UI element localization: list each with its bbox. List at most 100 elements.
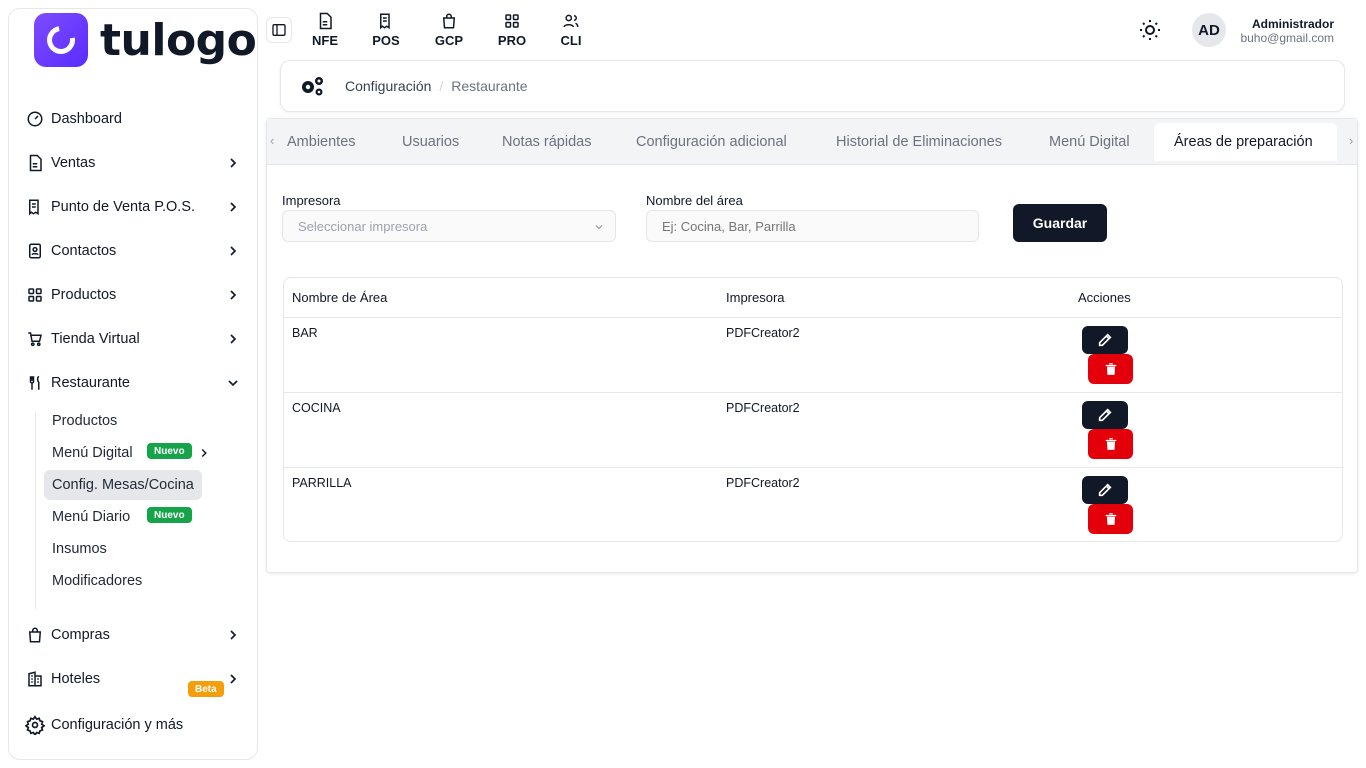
submenu-item-insumos[interactable]: Insumos	[44, 534, 115, 564]
chevron-right-icon	[230, 630, 237, 640]
fork-knife-icon	[25, 373, 45, 393]
chevron-right-icon	[230, 334, 237, 344]
brand-logo[interactable]: tulogo	[34, 13, 257, 67]
quick-pro-button[interactable]: PRO	[492, 12, 532, 48]
tab-scroll-right-icon[interactable]: ›	[1349, 133, 1353, 148]
quick-nfe-button[interactable]: NFE	[305, 12, 345, 48]
tab-notas-rapidas[interactable]: Notas rápidas	[482, 123, 611, 161]
submenu-item-modificadores[interactable]: Modificadores	[44, 566, 150, 596]
delete-button[interactable]	[1088, 504, 1133, 534]
pos-receipt-icon	[380, 13, 390, 30]
submenu-item-productos[interactable]: Productos	[44, 406, 125, 436]
sidebar-item-tienda-virtual[interactable]: Tienda Virtual	[25, 323, 249, 355]
avatar[interactable]: AD	[1192, 13, 1226, 47]
delete-button[interactable]	[1088, 429, 1133, 459]
save-button[interactable]: Guardar	[1013, 204, 1107, 242]
area-name-input[interactable]	[646, 210, 979, 242]
printer-label: Impresora	[282, 193, 341, 208]
column-header-actions: Acciones	[1078, 290, 1131, 305]
cart-icon	[25, 329, 45, 349]
edit-icon	[1098, 408, 1112, 422]
delete-button[interactable]	[1088, 354, 1133, 384]
contacts-icon	[25, 241, 45, 261]
tab-configuracion-adicional[interactable]: Configuración adicional	[616, 123, 807, 161]
theme-toggle-button[interactable]	[1138, 18, 1162, 42]
sidebar-item-configuracion[interactable]: Configuración y más	[25, 709, 249, 741]
printer-cell: PDFCreator2	[726, 476, 800, 490]
printer-cell: PDFCreator2	[726, 326, 800, 340]
sidebar-item-ventas[interactable]: Ventas	[25, 147, 249, 179]
breadcrumb-restaurante: Restaurante	[451, 78, 528, 94]
printer-select[interactable]: Seleccionar impresora	[282, 210, 616, 242]
area-name-cell: COCINA	[292, 401, 341, 415]
user-email: buho@gmail.com	[1240, 31, 1334, 45]
sidebar-item-label: Punto de Venta P.O.S.	[51, 199, 196, 215]
gears-icon	[302, 77, 323, 96]
trash-icon	[1105, 438, 1116, 450]
sidebar-item-label: Contactos	[51, 243, 117, 259]
breadcrumb: Configuración / Restaurante	[280, 60, 1345, 112]
quick-pos-button[interactable]: POS	[366, 12, 406, 48]
edit-button[interactable]	[1082, 401, 1128, 429]
submenu-item-menu-digital[interactable]: Menú Digital	[44, 438, 141, 468]
area-name-cell: BAR	[292, 326, 318, 340]
logo-mark-icon	[34, 13, 88, 67]
sidebar-item-productos[interactable]: Productos	[25, 279, 249, 311]
gear-icon	[25, 715, 45, 735]
breadcrumb-separator: /	[439, 78, 444, 94]
chevron-right-icon	[230, 246, 237, 256]
tab-usuarios[interactable]: Usuarios	[382, 123, 479, 161]
edit-button[interactable]	[1082, 476, 1128, 504]
sidebar-item-compras[interactable]: Compras	[25, 619, 249, 651]
areas-table: Nombre de Área Impresora Acciones BAR PD…	[283, 277, 1343, 542]
breadcrumb-configuracion[interactable]: Configuración	[345, 78, 431, 94]
edit-icon	[1098, 483, 1112, 497]
settings-panel: ‹ Ambientes Usuarios Notas rápidas Confi…	[266, 118, 1358, 573]
edit-icon	[1098, 333, 1112, 347]
trash-icon	[1105, 513, 1116, 525]
grid-icon	[505, 14, 519, 28]
sun-icon	[1140, 20, 1160, 40]
users-icon	[563, 14, 579, 28]
document-icon	[319, 12, 332, 30]
sidebar-item-label: Hoteles	[51, 671, 101, 687]
document-icon	[25, 153, 45, 173]
sidebar-item-label: Ventas	[51, 155, 96, 171]
submenu-line	[35, 413, 36, 609]
sidebar-item-restaurante[interactable]: Restaurante	[25, 367, 249, 399]
quick-cli-button[interactable]: CLI	[551, 12, 591, 48]
table-row: COCINA PDFCreator2	[284, 392, 1342, 467]
trash-icon	[1105, 363, 1116, 375]
new-badge: Nuevo	[147, 443, 192, 459]
sidebar-item-pos[interactable]: Punto de Venta P.O.S.	[25, 191, 249, 223]
edit-button[interactable]	[1082, 326, 1128, 354]
tab-historial-eliminaciones[interactable]: Historial de Eliminaciones	[816, 123, 1022, 161]
sidebar: tulogo Dashboard Ventas Punto de Venta P…	[8, 8, 258, 760]
sidebar-item-label: Restaurante	[51, 375, 130, 391]
bag-icon	[25, 625, 45, 645]
tab-areas-preparacion[interactable]: Áreas de preparación	[1154, 123, 1337, 161]
new-badge: Nuevo	[147, 507, 192, 523]
chevron-right-icon	[230, 674, 237, 684]
tab-menu-digital[interactable]: Menú Digital	[1029, 123, 1150, 161]
sidebar-item-label: Productos	[51, 287, 117, 303]
brand-name: tulogo	[100, 14, 257, 66]
sidebar-item-dashboard[interactable]: Dashboard	[25, 103, 249, 135]
column-header-area: Nombre de Área	[292, 290, 388, 305]
table-row: BAR PDFCreator2	[284, 317, 1342, 392]
chevron-right-icon[interactable]	[197, 446, 211, 460]
grid-icon	[25, 285, 45, 305]
sidebar-item-label: Configuración y más	[51, 717, 184, 733]
beta-badge: Beta	[188, 681, 224, 697]
submenu-item-menu-diario[interactable]: Menú Diario	[44, 502, 138, 532]
user-name: Administrador	[1251, 17, 1334, 31]
sidebar-toggle-button[interactable]	[266, 17, 292, 43]
sidebar-item-contactos[interactable]: Contactos	[25, 235, 249, 267]
column-header-printer: Impresora	[726, 290, 785, 305]
submenu-item-config-mesas[interactable]: Config. Mesas/Cocina	[44, 470, 202, 500]
area-name-cell: PARRILLA	[292, 476, 352, 490]
sidebar-item-label: Compras	[51, 627, 110, 643]
tab-ambientes[interactable]: Ambientes	[267, 123, 376, 161]
quick-gcp-button[interactable]: GCP	[429, 12, 469, 48]
chevron-down-icon	[595, 225, 603, 230]
